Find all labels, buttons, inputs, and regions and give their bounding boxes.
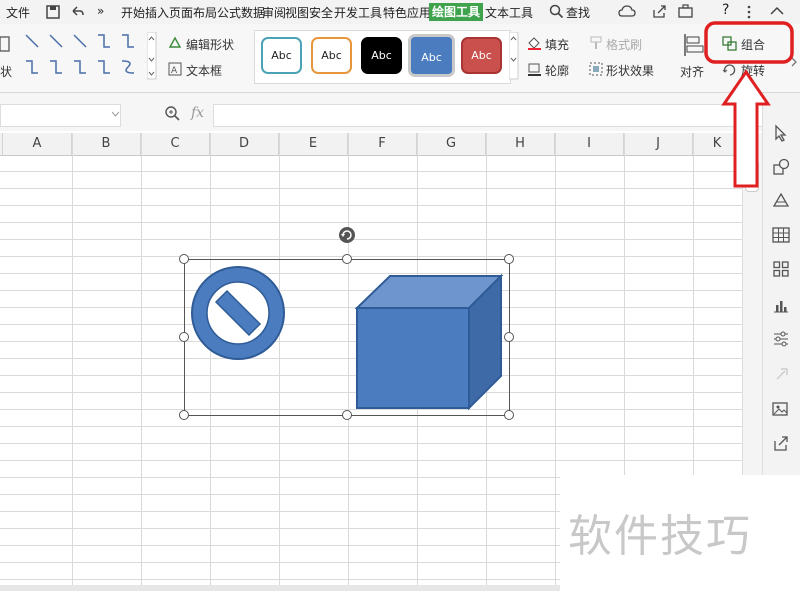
- resize-handle-left[interactable]: [179, 332, 189, 342]
- export-icon[interactable]: [771, 433, 791, 453]
- no-symbol-shape[interactable]: [191, 266, 285, 360]
- column-header-i[interactable]: I: [555, 133, 624, 155]
- shape-effects-icon: [589, 62, 603, 76]
- column-header-a[interactable]: A: [3, 133, 72, 155]
- apps-grid-icon[interactable]: [771, 259, 791, 279]
- shape-effects-button[interactable]: 形状效果: [606, 62, 654, 79]
- column-header: A B C D E F G H I J K: [0, 133, 742, 156]
- outline-icon: [528, 63, 541, 76]
- resize-handle-top[interactable]: [342, 254, 352, 264]
- tab-special-apps[interactable]: 特色应用: [383, 4, 431, 21]
- tab-security[interactable]: 安全: [309, 4, 333, 21]
- fill-icon: [528, 37, 541, 50]
- tab-drawing-tools[interactable]: 绘图工具: [429, 3, 484, 21]
- shape-icon[interactable]: [0, 34, 12, 56]
- column-header-d[interactable]: D: [210, 133, 279, 155]
- formula-bar: fx: [0, 93, 800, 131]
- annotation-arrow-icon: [721, 69, 771, 188]
- edit-shape-button[interactable]: 编辑形状: [186, 36, 234, 53]
- table-icon[interactable]: [771, 225, 791, 245]
- annotation-highlight-box: [704, 21, 794, 64]
- resize-handle-top-right[interactable]: [504, 254, 514, 264]
- column-header-j[interactable]: J: [624, 133, 693, 155]
- cloud-icon[interactable]: [618, 4, 636, 19]
- chart-icon[interactable]: [771, 295, 791, 315]
- rotate-handle-icon[interactable]: [337, 226, 357, 246]
- search-icon[interactable]: [549, 4, 564, 19]
- format-painter-icon: [590, 36, 602, 49]
- grid-line: [555, 133, 556, 585]
- resize-handle-bottom[interactable]: [342, 410, 352, 420]
- grid-line: [72, 133, 73, 585]
- undo-icon[interactable]: [70, 5, 84, 19]
- edit-shape-icon: [168, 36, 182, 48]
- outline-button[interactable]: 轮廓: [545, 62, 569, 79]
- chevron-down-icon[interactable]: [112, 111, 119, 117]
- zoom-icon[interactable]: [164, 105, 182, 123]
- tab-text-tools[interactable]: 文本工具: [485, 4, 533, 21]
- shape-label[interactable]: 状: [0, 63, 12, 80]
- gallery-scroll-icon[interactable]: [147, 32, 157, 80]
- cube-shape[interactable]: [354, 273, 504, 411]
- column-header-e[interactable]: E: [279, 133, 348, 155]
- style-scroll-icon[interactable]: [509, 32, 519, 80]
- resize-handle-top-left[interactable]: [179, 254, 189, 264]
- tab-insert[interactable]: 插入: [145, 4, 169, 21]
- style-swatch-teal[interactable]: Abc: [261, 37, 302, 74]
- column-header-g[interactable]: G: [417, 133, 486, 155]
- text-box-button[interactable]: 文本框: [186, 62, 222, 79]
- name-box[interactable]: [0, 104, 121, 127]
- resize-handle-right[interactable]: [504, 332, 514, 342]
- tab-page-layout[interactable]: 页面布局: [169, 4, 217, 21]
- fill-button[interactable]: 填充: [545, 36, 569, 53]
- search-label[interactable]: 查找: [566, 4, 590, 21]
- fx-label[interactable]: fx: [191, 105, 204, 121]
- menu-bar: 文件 » 开始 插入 页面布局 公式 数据 审阅 视图 安全 开发工具 特色应用…: [0, 0, 800, 24]
- svg-text:A: A: [171, 66, 178, 76]
- briefcase-icon[interactable]: [678, 4, 693, 19]
- collapse-ribbon-icon[interactable]: [770, 6, 784, 16]
- watermark-text: 软件技巧: [568, 511, 752, 562]
- column-header-b[interactable]: B: [72, 133, 141, 155]
- connector-gallery[interactable]: [22, 31, 144, 83]
- tab-developer[interactable]: 开发工具: [334, 4, 382, 21]
- link-icon-disabled: [776, 368, 788, 380]
- more-tabs-icon[interactable]: »: [97, 4, 104, 18]
- column-header-h[interactable]: H: [486, 133, 555, 155]
- column-header-f[interactable]: F: [348, 133, 417, 155]
- more-options-icon[interactable]: [745, 4, 753, 19]
- image-icon[interactable]: [771, 399, 791, 419]
- style-swatch-black[interactable]: Abc: [361, 37, 402, 74]
- resize-handle-bottom-left[interactable]: [179, 410, 189, 420]
- help-icon[interactable]: ?: [722, 2, 729, 18]
- style-swatch-blue-selected[interactable]: Abc: [408, 34, 455, 77]
- settings-sliders-icon[interactable]: [771, 329, 791, 349]
- tab-review[interactable]: 审阅: [262, 4, 286, 21]
- share-icon[interactable]: [652, 4, 667, 19]
- text-box-icon: A: [168, 62, 182, 76]
- tab-formulas[interactable]: 公式: [217, 4, 241, 21]
- save-icon[interactable]: [46, 5, 60, 19]
- menu-file[interactable]: 文件: [6, 4, 30, 21]
- format-painter-button[interactable]: 格式刷: [606, 36, 642, 53]
- style-swatch-orange[interactable]: Abc: [311, 37, 352, 74]
- ribbon: 状 编辑形状 A 文本框 Abc Abc Abc Abc Abc 填充 格式刷 …: [0, 24, 800, 93]
- annotation-overlay: [704, 21, 794, 188]
- grid-line: [141, 133, 142, 585]
- style-swatch-red[interactable]: Abc: [461, 37, 502, 74]
- tab-home[interactable]: 开始: [121, 4, 145, 21]
- resize-handle-bottom-right[interactable]: [504, 410, 514, 420]
- column-header-c[interactable]: C: [141, 133, 210, 155]
- tab-view[interactable]: 视图: [285, 4, 309, 21]
- style-layers-icon[interactable]: [771, 191, 791, 211]
